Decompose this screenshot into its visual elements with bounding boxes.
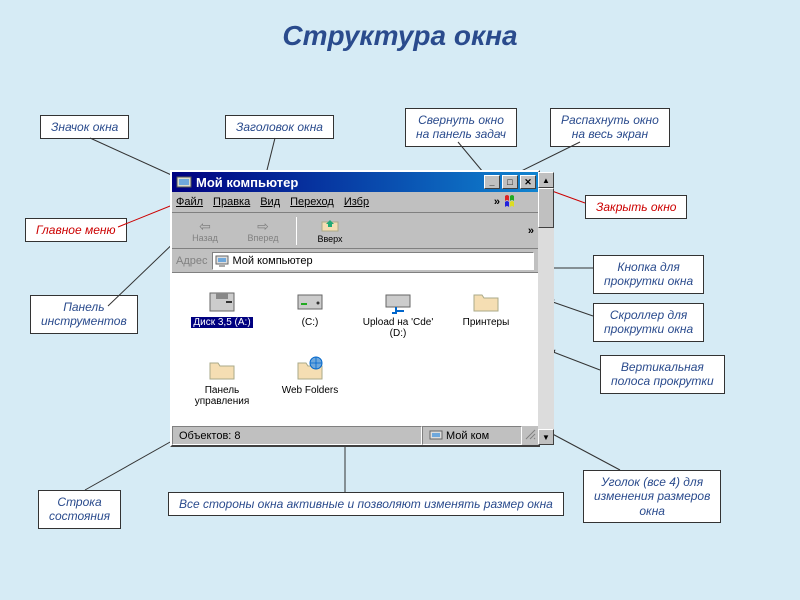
callout-statusbar: Строка состояния	[38, 490, 121, 529]
arrow-right-icon: ⇨	[257, 219, 269, 233]
scroll-up-button[interactable]: ▲	[538, 172, 554, 188]
file-label: Web Folders	[282, 385, 339, 396]
address-label: Адрес	[176, 255, 208, 267]
up-button[interactable]: Вверх	[305, 218, 355, 244]
file-item[interactable]: Диск 3,5 (A:)	[182, 285, 262, 339]
file-label: Диск 3,5 (A:)	[191, 317, 252, 328]
folder-icon	[206, 353, 238, 385]
floppy-icon	[206, 285, 238, 317]
callout-window-title: Заголовок окна	[225, 115, 334, 139]
file-label: Upload на 'Cde' (D:)	[358, 317, 438, 339]
windows-logo-icon	[504, 194, 524, 210]
client-area[interactable]: Диск 3,5 (A:) (C:) Upload на 'Cde' (D:) При…	[172, 273, 538, 425]
file-item[interactable]: Upload на 'Cde' (D:)	[358, 285, 438, 339]
callout-maximize: Распахнуть окно на весь экран	[550, 108, 670, 147]
maximize-button[interactable]: □	[502, 175, 518, 189]
file-item[interactable]: Панель управления	[182, 353, 262, 407]
window-title: Мой компьютер	[196, 175, 482, 190]
menu-go[interactable]: Переход	[290, 196, 334, 208]
menu-overflow-icon[interactable]: »	[494, 196, 500, 208]
folder-up-icon	[321, 218, 339, 234]
titlebar[interactable]: Мой компьютер _ □ ✕	[172, 172, 538, 192]
close-button[interactable]: ✕	[520, 175, 536, 189]
callout-vscrollbar: Вертикальная полоса прокрутки	[600, 355, 725, 394]
file-label: Принтеры	[463, 317, 510, 328]
toolbar: ⇦ Назад ⇨ Вперед Вверх »	[172, 213, 538, 249]
callout-scroller: Скроллер для прокрутки окна	[593, 303, 704, 342]
menu-edit[interactable]: Правка	[213, 196, 250, 208]
back-button[interactable]: ⇦ Назад	[180, 219, 230, 243]
status-bar: Объектов: 8 Мой ком	[172, 425, 538, 445]
computer-icon	[215, 254, 229, 268]
callout-resize-corner: Уголок (все 4) для изменения размеров ок…	[583, 470, 721, 523]
menu-fav[interactable]: Избр	[344, 196, 369, 208]
hdd-icon	[294, 285, 326, 317]
menu-file[interactable]: Файл	[176, 196, 203, 208]
vertical-scrollbar[interactable]: ▲ ▼	[538, 172, 554, 445]
toolbar-separator	[296, 217, 297, 245]
address-bar: Адрес Мой компьютер	[172, 249, 538, 273]
minimize-button[interactable]: _	[484, 175, 500, 189]
file-item[interactable]: (C:)	[270, 285, 350, 339]
address-field[interactable]: Мой компьютер	[212, 252, 535, 270]
netdrive-icon	[382, 285, 414, 317]
callout-close: Закрыть окно	[585, 195, 687, 219]
status-location: Мой ком	[422, 426, 522, 445]
arrow-left-icon: ⇦	[199, 219, 211, 233]
menu-view[interactable]: Вид	[260, 196, 280, 208]
callout-main-menu: Главное меню	[25, 218, 127, 242]
callout-window-icon: Значок окна	[40, 115, 129, 139]
window: Мой компьютер _ □ ✕ Файл Правка Вид Пере…	[170, 170, 540, 447]
callout-scroll-button: Кнопка для прокрутки окна	[593, 255, 704, 294]
scroll-down-button[interactable]: ▼	[538, 429, 554, 445]
webfolder-icon	[294, 353, 326, 385]
forward-button[interactable]: ⇨ Вперед	[238, 219, 288, 243]
file-item[interactable]: Web Folders	[270, 353, 350, 407]
status-objects: Объектов: 8	[172, 426, 422, 445]
scroll-thumb[interactable]	[538, 188, 554, 228]
menu-bar: Файл Правка Вид Переход Избр »	[172, 192, 538, 213]
file-label: (C:)	[302, 317, 319, 328]
folder-icon	[470, 285, 502, 317]
callout-minimize: Свернуть окно на панель задач	[405, 108, 517, 147]
system-menu-icon[interactable]	[176, 174, 192, 190]
scroll-track[interactable]	[538, 228, 554, 429]
file-label: Панель управления	[182, 385, 262, 407]
resize-grip[interactable]	[522, 426, 538, 442]
file-item[interactable]: Принтеры	[446, 285, 526, 339]
toolbar-overflow-icon[interactable]: »	[528, 225, 534, 237]
address-value: Мой компьютер	[233, 255, 313, 267]
callout-toolbar: Панель инструментов	[30, 295, 138, 334]
callout-resize-sides: Все стороны окна активные и позволяют из…	[168, 492, 564, 516]
page-title: Структура окна	[0, 20, 800, 52]
